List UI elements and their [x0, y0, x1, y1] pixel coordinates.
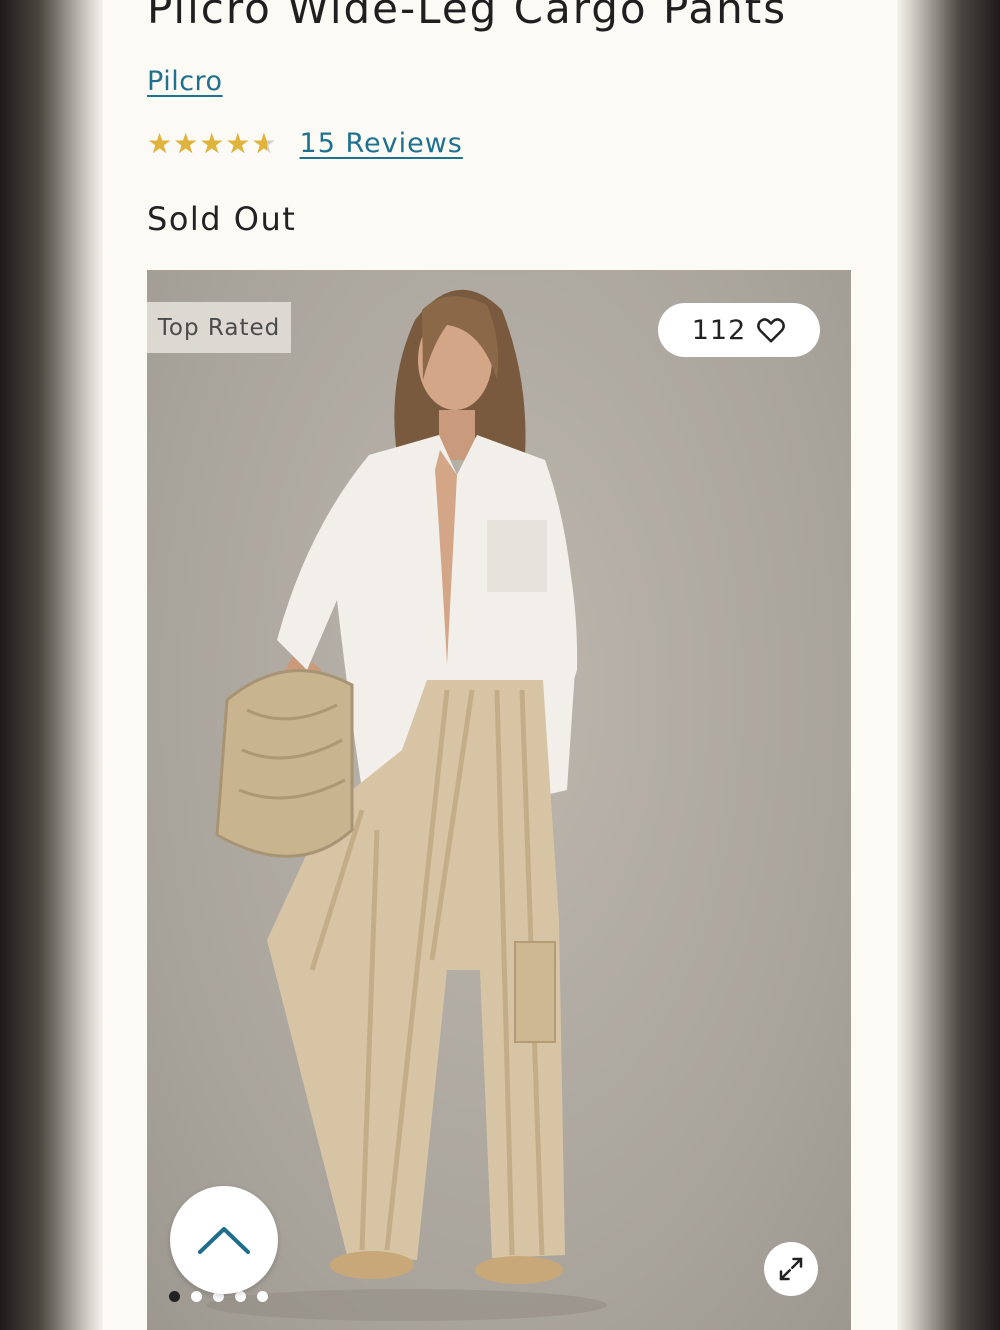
back-to-top-button[interactable]	[170, 1186, 278, 1294]
product-title: Pilcro Wide-Leg Cargo Pants	[147, 0, 788, 33]
gallery-dot[interactable]	[257, 1291, 268, 1302]
rating-row: ★★★★★ ★★★★★ 15 Reviews	[147, 128, 463, 159]
brand-link[interactable]: Pilcro	[147, 66, 223, 97]
expand-image-button[interactable]	[764, 1242, 818, 1296]
product-page: Pilcro Wide-Leg Cargo Pants Pilcro ★★★★★…	[103, 0, 897, 1330]
gallery-dot[interactable]	[235, 1291, 246, 1302]
product-photo	[207, 289, 607, 1321]
gallery-dot[interactable]	[191, 1291, 202, 1302]
expand-arrows-icon	[779, 1257, 803, 1281]
reviews-link[interactable]: 15 Reviews	[300, 128, 463, 159]
like-count: 112	[691, 314, 747, 346]
heart-icon	[757, 318, 786, 343]
gallery-dot[interactable]	[169, 1291, 180, 1302]
product-image-gallery[interactable]: Top Rated 112	[147, 270, 851, 1330]
star-rating: ★★★★★ ★★★★★	[147, 129, 278, 158]
chevron-up-icon	[198, 1227, 250, 1254]
like-button[interactable]: 112	[658, 303, 820, 357]
top-rated-badge: Top Rated	[147, 302, 291, 353]
stock-status: Sold Out	[147, 200, 297, 238]
star-rating-filled: ★★★★★	[147, 129, 268, 158]
